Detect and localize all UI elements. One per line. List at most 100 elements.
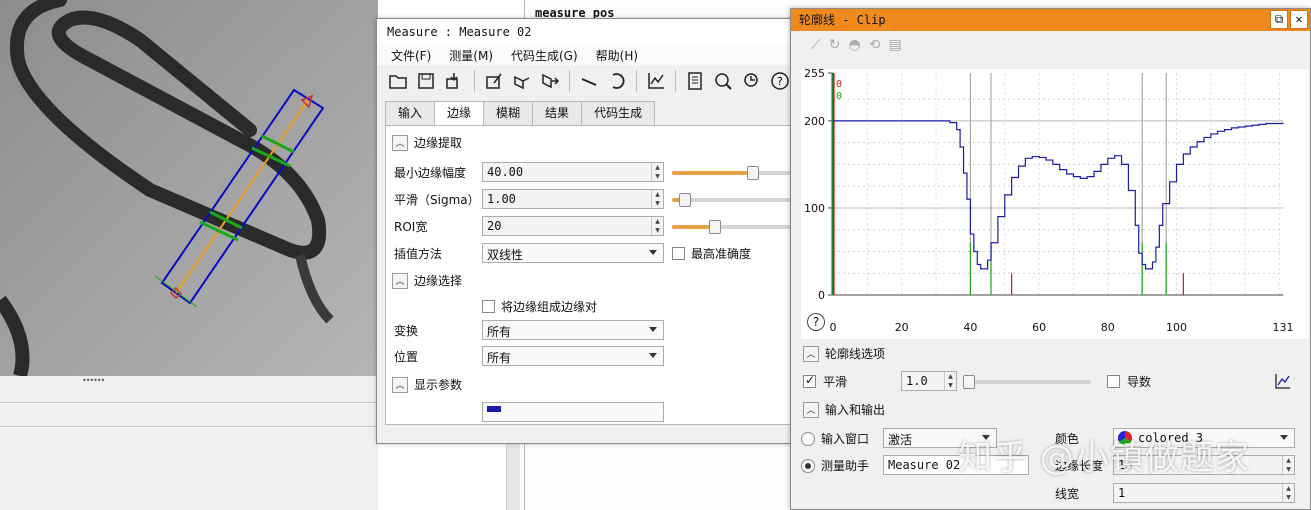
roi-width-slider[interactable]	[672, 216, 802, 236]
load-roi-icon[interactable]	[443, 69, 465, 93]
line-tool-icon[interactable]	[578, 69, 600, 93]
roi-width-label: ROI宽	[394, 220, 428, 234]
tab-edge[interactable]: 边缘	[434, 101, 485, 126]
edge-tab-panel: ︿ 边缘提取 最小边缘幅度 40.00 ▲ ▼ 平滑（Sigma） 1.00 ▲ ▼…	[385, 125, 805, 425]
draw-roi-icon[interactable]	[482, 69, 504, 93]
sigma-label: 平滑（Sigma）	[394, 193, 480, 207]
collapse-icon[interactable]: ︿	[392, 376, 408, 393]
sigma-spinbox[interactable]: 1.00 ▲ ▼	[482, 189, 664, 209]
select-value: 双线性	[487, 248, 524, 262]
results-list-icon[interactable]	[684, 69, 706, 93]
menu-bar: 文件(F) 测量(M) 代码生成(G) 帮助(H)	[377, 45, 791, 65]
derivative-checkbox[interactable]	[1107, 375, 1120, 388]
open-folder-icon[interactable]	[387, 69, 409, 93]
help-icon[interactable]: ?	[769, 69, 791, 93]
field-value: Measure 02	[888, 458, 961, 472]
x-tick-label: 131	[1273, 321, 1294, 334]
close-icon[interactable]: ✕	[1290, 10, 1308, 29]
smooth-label: 平滑	[823, 375, 848, 389]
edge-pair-checkbox[interactable]	[482, 300, 495, 313]
tab-input[interactable]: 输入	[385, 101, 436, 125]
color-swatch	[487, 406, 501, 412]
highest-precision-checkbox[interactable]	[672, 247, 685, 260]
chevron-down-icon	[649, 353, 657, 358]
spin-arrows-icon[interactable]: ▲ ▼	[651, 190, 663, 208]
collapse-icon[interactable]: ︿	[392, 134, 408, 151]
transition-select[interactable]: 所有	[482, 320, 664, 340]
smooth-checkbox[interactable]	[803, 373, 816, 388]
scrollbar[interactable]	[506, 440, 520, 510]
measure-assistant-label: 测量助手	[821, 459, 870, 473]
edge-pair-label: 将边缘组成边缘对	[501, 300, 598, 314]
display-color-select[interactable]	[482, 402, 664, 422]
restore-icon[interactable]: ⧉	[1270, 10, 1288, 29]
min-amplitude-slider[interactable]	[672, 162, 802, 182]
reset-view-icon[interactable]	[741, 69, 763, 93]
input-window-radio[interactable]	[801, 432, 815, 446]
tab-codegen[interactable]: 代码生成	[581, 101, 656, 125]
smooth-slider[interactable]	[963, 371, 1091, 391]
resize-grip[interactable]: ••••••	[82, 376, 105, 385]
profile-plot-icon[interactable]	[645, 69, 667, 93]
paperclip-image	[0, 0, 378, 376]
chevron-down-icon	[649, 250, 657, 255]
position-select[interactable]: 所有	[482, 346, 664, 366]
align-roi-icon[interactable]	[539, 69, 561, 93]
menu-measure[interactable]: 测量(M)	[449, 47, 493, 64]
spin-arrows-icon[interactable]: ▲ ▼	[651, 163, 663, 181]
window-title: Measure : Measure 02	[377, 19, 791, 45]
save-icon[interactable]	[415, 69, 437, 93]
spin-arrows-icon[interactable]: ▲ ▼	[1282, 484, 1294, 502]
reset-view-icon[interactable]: ⟲	[869, 37, 881, 53]
menu-file[interactable]: 文件(F)	[391, 47, 431, 64]
y-tick-label: 0	[818, 289, 825, 302]
profile-plot[interactable]: 0 100 200 255 0 20 40 60 80 100 131 00 ?	[801, 67, 1309, 339]
y-tick-label: 255	[804, 69, 825, 80]
measure-assistant-radio[interactable]	[801, 459, 815, 473]
spin-arrows-icon[interactable]: ▲ ▼	[944, 372, 956, 390]
input-window-label: 输入窗口	[821, 432, 870, 446]
line-width-label: 线宽	[1055, 487, 1080, 501]
collapse-icon[interactable]: ︿	[803, 401, 819, 418]
spin-arrows-icon[interactable]: ▲ ▼	[1282, 456, 1294, 474]
results-list-icon[interactable]: ▤	[889, 37, 902, 53]
line-tool-icon[interactable]: ⟋	[811, 37, 821, 53]
arc-tool-icon[interactable]: ↻	[829, 37, 841, 53]
profile-chart: 01002002550 20 40 60 80 100 131 00	[804, 67, 1296, 334]
watermark: 知乎 @小镇做题家	[958, 438, 1250, 478]
cursor-label: 0	[836, 79, 842, 90]
arc-tool-icon[interactable]	[606, 69, 628, 93]
svg-text:?: ?	[777, 75, 783, 88]
line-width-spinbox[interactable]: 1 ▲ ▼	[1113, 483, 1295, 503]
help-icon[interactable]: ?	[807, 313, 825, 331]
draw-arc-roi-icon[interactable]	[511, 69, 533, 93]
collapse-icon[interactable]: ︿	[392, 272, 408, 289]
menu-codegen[interactable]: 代码生成(G)	[511, 47, 578, 64]
interpolation-select[interactable]: 双线性	[482, 243, 664, 263]
plot-settings-icon[interactable]	[1273, 371, 1293, 391]
menu-help[interactable]: 帮助(H)	[596, 47, 638, 64]
profile-title-bar: 轮廓线 - Clip ⧉ ✕	[791, 9, 1310, 31]
zoom-search-icon[interactable]	[712, 69, 734, 93]
graphics-window[interactable]	[0, 0, 378, 376]
spinbox-value: 1.00	[487, 192, 516, 206]
edge-label: 0	[836, 91, 842, 102]
measure-window[interactable]: Measure : Measure 02 文件(F) 测量(M) 代码生成(G)…	[376, 18, 805, 444]
min-amplitude-label: 最小边缘幅度	[394, 166, 467, 180]
min-amplitude-spinbox[interactable]: 40.00 ▲ ▼	[482, 162, 664, 182]
drop-icon[interactable]: ◓	[849, 37, 861, 53]
y-tick-label: 100	[804, 202, 825, 215]
select-value: 所有	[487, 325, 512, 339]
smooth-spinbox[interactable]: 1.0 ▲ ▼	[901, 371, 957, 391]
collapse-icon[interactable]: ︿	[803, 345, 819, 362]
roi-width-spinbox[interactable]: 20 ▲ ▼	[482, 216, 664, 236]
select-value: 激活	[888, 433, 913, 447]
graphics-window-footer	[0, 376, 378, 510]
spin-arrows-icon[interactable]: ▲ ▼	[651, 217, 663, 235]
tab-fuzzy[interactable]: 模糊	[483, 101, 534, 125]
spinbox-value: 1	[1118, 486, 1126, 500]
sigma-slider[interactable]	[672, 189, 802, 209]
tab-results[interactable]: 结果	[532, 101, 583, 125]
chevron-down-icon	[1280, 435, 1288, 440]
select-value: 所有	[487, 351, 512, 365]
